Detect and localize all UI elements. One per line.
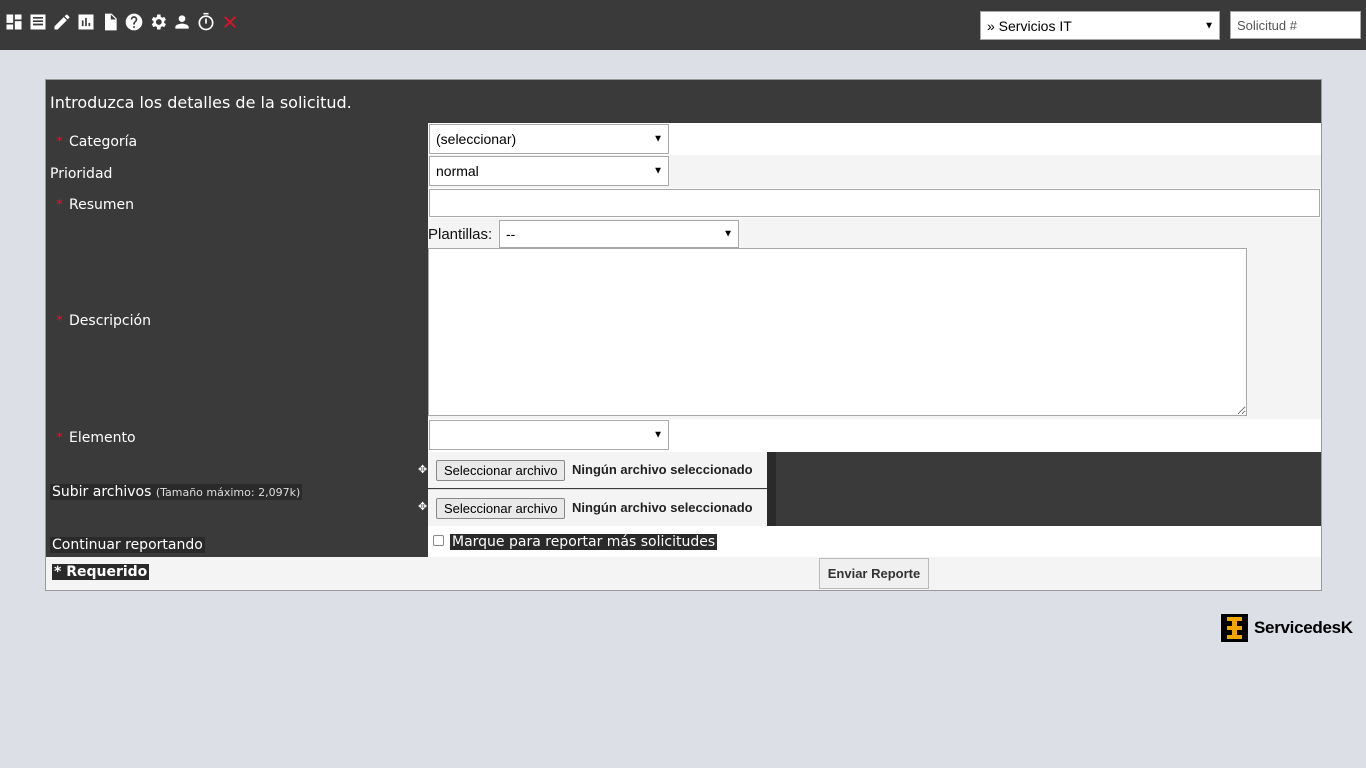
required-mark: * [56, 430, 63, 446]
required-mark: * [56, 313, 63, 329]
file-upload-2: Seleccionar archivo Ningún archivo selec… [428, 489, 767, 526]
required-note: * Requerido [52, 564, 150, 580]
required-mark: * [56, 134, 63, 150]
chevron-down-icon: ▼ [723, 228, 733, 240]
request-search-input[interactable] [1230, 11, 1361, 39]
chevron-down-icon: ▼ [653, 165, 663, 177]
chevron-down-icon: ▼ [653, 133, 663, 145]
element-label: * Elemento [50, 430, 136, 446]
templates-select-value: -- [506, 226, 516, 242]
toolbar-icons [2, 10, 242, 34]
continue-label-text: Continuar reportando [50, 537, 205, 553]
templates-select[interactable]: -- ▼ [499, 220, 739, 248]
description-textarea[interactable] [428, 248, 1247, 416]
help-icon[interactable] [122, 10, 146, 34]
logo-text: ServicedesK [1254, 618, 1353, 637]
logo-mark-icon [1221, 614, 1248, 642]
document-icon[interactable] [98, 10, 122, 34]
priority-select[interactable]: normal ▼ [429, 156, 669, 186]
user-icon[interactable] [170, 10, 194, 34]
continue-checkbox-label[interactable]: Marque para reportar más solicitudes [450, 534, 718, 550]
summary-input[interactable] [429, 189, 1320, 217]
priority-label: Prioridad [50, 166, 113, 182]
timer-icon[interactable] [194, 10, 218, 34]
top-bar: » Servicios IT ▼ [0, 0, 1366, 50]
upload-divider [767, 452, 776, 526]
file-upload-1: Seleccionar archivo Ningún archivo selec… [428, 452, 767, 488]
form-footer: * Requerido Enviar Reporte [46, 557, 1321, 590]
element-label-text: Elemento [69, 430, 136, 446]
dashboard-icon[interactable] [2, 10, 26, 34]
close-icon[interactable] [218, 10, 242, 34]
project-select[interactable]: » Servicios IT ▼ [980, 11, 1220, 40]
continue-checkbox[interactable] [433, 535, 444, 546]
drag-handle-icon[interactable]: ✥ [418, 463, 427, 476]
brand-logo: ServicedesK [1221, 614, 1353, 642]
upload-label: Subir archivos (Tamaño máximo: 2,097k) [50, 484, 303, 500]
report-form: Introduzca los detalles de la solicitud.… [45, 79, 1322, 591]
continue-checkbox-text: Marque para reportar más solicitudes [450, 534, 718, 550]
list-icon[interactable] [26, 10, 50, 34]
choose-file-button[interactable]: Seleccionar archivo [436, 498, 566, 519]
drag-handle-icon[interactable]: ✥ [418, 500, 427, 513]
continue-label: Continuar reportando [50, 537, 205, 553]
templates-label: Plantillas: [428, 226, 493, 243]
form-header: Introduzca los detalles de la solicitud. [46, 80, 1321, 123]
description-label: * Descripción [50, 313, 151, 329]
required-mark: * [56, 197, 63, 213]
no-file-text: Ningún archivo seleccionado [572, 500, 753, 515]
no-file-text: Ningún archivo seleccionado [572, 462, 753, 477]
project-select-value: » Servicios IT [987, 17, 1072, 34]
chevron-down-icon: ▼ [1204, 20, 1214, 31]
chevron-down-icon: ▼ [653, 429, 663, 441]
chart-icon[interactable] [74, 10, 98, 34]
submit-report-button[interactable]: Enviar Reporte [819, 558, 929, 589]
gear-icon[interactable] [146, 10, 170, 34]
category-label: * Categoría [50, 134, 137, 150]
category-label-text: Categoría [69, 134, 138, 150]
choose-file-button[interactable]: Seleccionar archivo [436, 460, 566, 481]
form-title: Introduzca los detalles de la solicitud. [50, 93, 352, 112]
upload-label-text: Subir archivos [52, 484, 152, 500]
edit-icon[interactable] [50, 10, 74, 34]
category-select-value: (seleccionar) [436, 131, 517, 147]
description-label-text: Descripción [69, 313, 151, 329]
category-select[interactable]: (seleccionar) ▼ [429, 124, 669, 154]
summary-label-text: Resumen [69, 197, 135, 213]
priority-select-value: normal [436, 163, 479, 179]
element-select[interactable]: ▼ [429, 420, 669, 450]
summary-label: * Resumen [50, 197, 134, 213]
upload-size-hint: (Tamaño máximo: 2,097k) [155, 486, 301, 499]
